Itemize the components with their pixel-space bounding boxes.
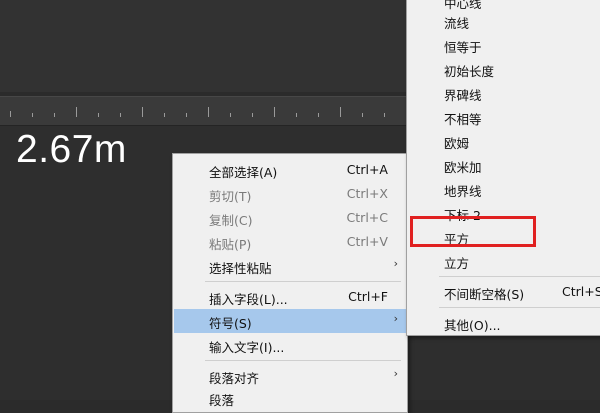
menu-item-label: 段落对齐: [209, 371, 260, 386]
submenu-item-flowline[interactable]: 流线: [408, 9, 600, 33]
submenu-item-identity[interactable]: 恒等于: [408, 33, 600, 57]
submenu-item-label: 立方: [444, 256, 470, 271]
menu-item-shortcut: Ctrl+C: [346, 210, 388, 225]
menu-item-paragraph[interactable]: 段落: [174, 386, 406, 410]
menu-item-paste-special[interactable]: 选择性粘贴 ›: [174, 254, 406, 278]
chevron-right-icon: ›: [393, 367, 398, 380]
menu-item-input-text[interactable]: 输入文字(I)...: [174, 333, 406, 357]
ruler-tick: [32, 113, 33, 117]
ruler-tick: [208, 107, 209, 117]
menu-item-label: 全部选择(A): [209, 165, 278, 180]
menu-item-shortcut: Ctrl+X: [346, 186, 388, 201]
submenu-item-label: 不相等: [444, 112, 482, 127]
ruler-tick: [54, 113, 55, 117]
submenu-item-label: 初始长度: [444, 64, 495, 79]
submenu-separator: [439, 307, 600, 308]
dimension-text[interactable]: 2.67m: [16, 128, 127, 172]
menu-item-symbol[interactable]: 符号(S) ›: [174, 309, 406, 333]
chevron-right-icon: ›: [393, 312, 398, 325]
ruler-tick: [98, 113, 99, 117]
menu-item-insert-field[interactable]: 插入字段(L)... Ctrl+F: [174, 285, 406, 309]
ruler-tick: [340, 107, 341, 117]
menu-item-select-all[interactable]: 全部选择(A) Ctrl+A: [174, 158, 406, 182]
submenu-item-label: 欧姆: [444, 136, 470, 151]
submenu-item-label: 流线: [444, 16, 470, 31]
chevron-right-icon: ›: [393, 257, 398, 270]
symbol-submenu: 中心线 流线 恒等于 初始长度 界碑线 不相等 欧姆 欧米加 地界线 下标 2 …: [406, 0, 600, 336]
menu-item-label: 输入文字(I)...: [209, 340, 285, 355]
menu-separator: [205, 360, 401, 361]
menu-item-copy[interactable]: 复制(C) Ctrl+C: [174, 206, 406, 230]
ruler-tick: [10, 111, 11, 117]
ruler-tick: [318, 113, 319, 117]
submenu-item-omega[interactable]: 欧米加: [408, 153, 600, 177]
menu-item-label: 复制(C): [209, 213, 253, 228]
menu-item-label: 选择性粘贴: [209, 261, 272, 276]
ruler-tick: [362, 113, 363, 117]
submenu-item-label: 地界线: [444, 184, 482, 199]
submenu-item-ohm[interactable]: 欧姆: [408, 129, 600, 153]
submenu-item-label: 其他(O)...: [444, 318, 501, 333]
submenu-item-label: 不间断空格(S): [444, 287, 525, 302]
ruler-tick: [296, 113, 297, 117]
menu-item-label: 粘贴(P): [209, 237, 252, 252]
ruler-tick: [120, 113, 121, 117]
submenu-item-monument-line[interactable]: 界碑线: [408, 81, 600, 105]
submenu-item-cubed[interactable]: 立方: [408, 249, 600, 273]
submenu-item-nonbreaking-space[interactable]: 不间断空格(S) Ctrl+S: [408, 280, 600, 304]
ruler-tick: [76, 107, 77, 117]
submenu-item-other[interactable]: 其他(O)...: [408, 311, 600, 335]
ruler-tick: [274, 107, 275, 117]
ruler-tick: [384, 113, 385, 117]
ruler-tick: [230, 113, 231, 117]
menu-item-paste[interactable]: 粘贴(P) Ctrl+V: [174, 230, 406, 254]
submenu-item-shortcut: Ctrl+S: [562, 284, 600, 299]
submenu-item-label: 恒等于: [444, 40, 482, 55]
submenu-item-label: 界碑线: [444, 88, 482, 103]
menu-item-shortcut: Ctrl+V: [346, 234, 388, 249]
submenu-item-subscript-2[interactable]: 下标 2: [408, 201, 600, 225]
menu-item-shortcut: Ctrl+F: [348, 289, 388, 304]
ruler-tick: [142, 107, 143, 117]
context-menu: 全部选择(A) Ctrl+A 剪切(T) Ctrl+X 复制(C) Ctrl+C…: [172, 153, 408, 413]
menu-item-paragraph-align[interactable]: 段落对齐 ›: [174, 364, 406, 388]
menu-item-label: 剪切(T): [209, 189, 252, 204]
menu-item-label: 符号(S): [209, 316, 252, 331]
submenu-separator: [439, 276, 600, 277]
submenu-item-initial-length[interactable]: 初始长度: [408, 57, 600, 81]
submenu-item-label: 下标 2: [444, 208, 481, 223]
ruler-tick: [164, 113, 165, 117]
ruler-tick: [186, 113, 187, 117]
menu-separator: [205, 281, 401, 282]
menu-item-shortcut: Ctrl+A: [346, 162, 388, 177]
ruler-tick: [252, 113, 253, 117]
submenu-item-property-line[interactable]: 地界线: [408, 177, 600, 201]
submenu-item-label: 欧米加: [444, 160, 482, 175]
menu-item-cut[interactable]: 剪切(T) Ctrl+X: [174, 182, 406, 206]
submenu-item-label: 平方: [444, 232, 470, 247]
submenu-item-squared[interactable]: 平方: [408, 225, 600, 249]
menu-item-label: 插入字段(L)...: [209, 292, 288, 307]
submenu-item-not-equal[interactable]: 不相等: [408, 105, 600, 129]
